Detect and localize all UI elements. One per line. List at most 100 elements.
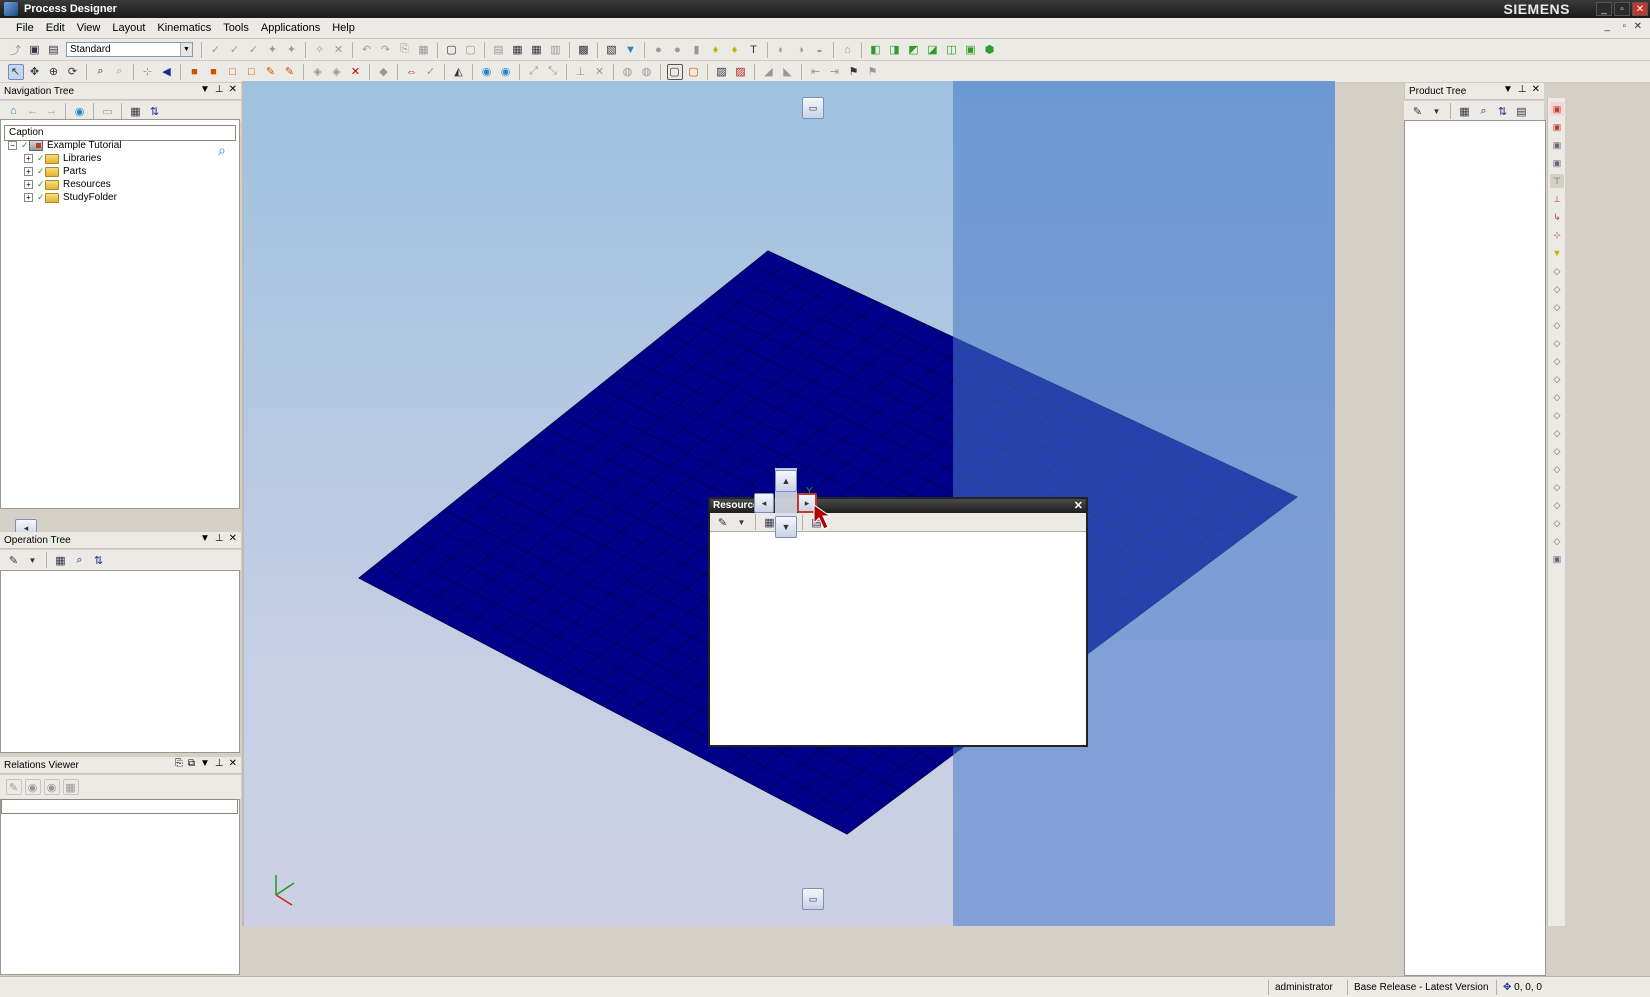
tool-u-icon[interactable]: ◈ [329, 64, 345, 80]
dock-bottom-guide[interactable]: ▭ [802, 888, 824, 910]
zoom-icon[interactable]: ⊕ [46, 64, 62, 80]
tool-ad-icon[interactable]: ⤡ [545, 64, 561, 80]
panel-close-icon[interactable]: ✕ [229, 84, 237, 95]
tool-ai-icon[interactable]: ▢ [686, 64, 702, 80]
columns-icon[interactable]: ▦ [53, 552, 69, 568]
float-icon[interactable]: ⧉ [188, 758, 195, 769]
floating-window-close-icon[interactable]: ✕ [1074, 499, 1083, 513]
vt-22-icon[interactable]: ◇ [1550, 480, 1564, 494]
vt-15-icon[interactable]: ◇ [1550, 354, 1564, 368]
panel-menu-icon[interactable]: ▼ [1503, 84, 1513, 95]
tool-aq-icon[interactable]: ⚑ [865, 64, 881, 80]
tool-d-icon[interactable]: ▢ [463, 42, 479, 58]
tool-ak-icon[interactable]: ▨ [733, 64, 749, 80]
tool-e-icon[interactable]: ▤ [491, 42, 507, 58]
collapse-icon[interactable]: − [8, 141, 17, 150]
panel-menu-icon[interactable]: ▼ [200, 533, 210, 544]
filter-icon[interactable]: ▤ [1514, 103, 1530, 119]
vt-2-icon[interactable]: ▣ [1550, 120, 1564, 134]
mdi-minimize-icon[interactable]: _ [1604, 21, 1610, 32]
shaded-icon[interactable]: ■ [206, 64, 222, 80]
tool-rv1-icon[interactable]: ✎ [5, 779, 22, 795]
expand-icon[interactable]: + [24, 154, 33, 163]
redo-icon[interactable]: ↷ [378, 42, 394, 58]
panel-close-icon[interactable]: ✕ [229, 533, 237, 544]
vt-3-icon[interactable]: ▣ [1550, 138, 1564, 152]
view-left-icon[interactable]: ◪ [925, 42, 941, 58]
view-iso-icon[interactable]: ◧ [868, 42, 884, 58]
pan-icon[interactable]: ✥ [27, 64, 43, 80]
vt-25-icon[interactable]: ◇ [1550, 534, 1564, 548]
vt-26-icon[interactable]: ▣ [1550, 552, 1564, 566]
tool-rv2-icon[interactable]: ◉ [24, 779, 41, 795]
vt-21-icon[interactable]: ◇ [1550, 462, 1564, 476]
view-top-icon[interactable]: ▣ [963, 42, 979, 58]
new-operation-icon[interactable]: ✎ [6, 552, 22, 568]
checkout-icon[interactable]: ✓ [227, 42, 243, 58]
tool-aa-icon[interactable]: ◉ [479, 64, 495, 80]
menu-file[interactable]: File [10, 22, 40, 34]
tool-am-icon[interactable]: ◣ [780, 64, 796, 80]
floating-resource-window[interactable]: Resource ✕ ✎ ▼ ▦ ⌕ ▤ [708, 497, 1088, 747]
vt-12-icon[interactable]: ◇ [1550, 300, 1564, 314]
filter-icon[interactable]: ▼ [623, 42, 639, 58]
tool-ag-icon[interactable]: ◍ [620, 64, 636, 80]
mdi-restore-icon[interactable]: ▫ [1622, 21, 1626, 32]
vt-6-icon[interactable]: ⊥ [1550, 192, 1564, 206]
pin-icon[interactable]: ⊥ [215, 758, 224, 769]
close-button[interactable]: ✕ [1632, 2, 1648, 16]
view-cube-icon[interactable]: ⬢ [982, 42, 998, 58]
maximize-button[interactable]: ▫ [1614, 2, 1630, 16]
tool-o-icon[interactable]: ◑ [793, 42, 809, 58]
tool-v-icon[interactable]: ✕ [348, 64, 364, 80]
tool-a-icon[interactable]: ✦ [265, 42, 281, 58]
vt-5-icon[interactable]: ⊤ [1550, 174, 1564, 188]
expand-icon[interactable]: + [24, 167, 33, 176]
tree-item-libraries[interactable]: + ✓ Libraries [24, 152, 101, 165]
save-icon[interactable]: ▣ [27, 42, 43, 58]
tool-w-icon[interactable]: ◆ [376, 64, 392, 80]
tool-ac-icon[interactable]: ⤢ [526, 64, 542, 80]
tree-item-resources[interactable]: + ✓ Resources [24, 178, 111, 191]
view-back-icon[interactable]: ◩ [906, 42, 922, 58]
tool-aj-icon[interactable]: ▨ [714, 64, 730, 80]
view-front-icon[interactable]: ◨ [887, 42, 903, 58]
pointer-icon[interactable]: ↖ [7, 63, 24, 80]
tool-f-icon[interactable]: ▦ [510, 42, 526, 58]
tool-t-icon[interactable]: ◈ [310, 64, 326, 80]
globe-icon[interactable]: ◉ [72, 103, 88, 119]
tool-r-icon[interactable]: ✎ [263, 64, 279, 80]
tree-item-studyfolder[interactable]: + ✓ StudyFolder [24, 191, 117, 204]
pin-icon[interactable]: ⊥ [215, 533, 224, 544]
wire-icon[interactable]: □ [225, 64, 241, 80]
vt-11-icon[interactable]: ◇ [1550, 282, 1564, 296]
columns-icon[interactable]: ▦ [1457, 103, 1473, 119]
menu-tools[interactable]: Tools [217, 22, 255, 34]
center-icon[interactable]: ⊹ [140, 64, 156, 80]
tool-ao-icon[interactable]: ⇥ [827, 64, 843, 80]
tool-ae-icon[interactable]: ⊥ [573, 64, 589, 80]
tool-ab-icon[interactable]: ◉ [498, 64, 514, 80]
columns-icon[interactable]: ▦ [128, 103, 144, 119]
pin-icon[interactable]: ⊥ [1518, 84, 1527, 95]
find-icon[interactable]: ⌕ [1476, 103, 1492, 119]
bulb2-icon[interactable]: ♦ [727, 42, 743, 58]
new-icon[interactable]: ✎ [1410, 103, 1426, 119]
search-icon[interactable]: ⌕ [218, 142, 226, 159]
text-icon[interactable]: T [746, 42, 762, 58]
tool-ah-icon[interactable]: ◍ [639, 64, 655, 80]
panel-menu-icon[interactable]: ▼ [200, 84, 210, 95]
copy-icon[interactable]: ⎘ [175, 758, 183, 769]
tool-rv3-icon[interactable]: ◉ [43, 779, 60, 795]
dock-compass-top[interactable]: ▲ [775, 470, 797, 492]
zoom-area-icon[interactable]: ⌕ [112, 64, 128, 80]
vt-8-icon[interactable]: ⊹ [1550, 228, 1564, 242]
hidden-line-icon[interactable]: □ [244, 64, 260, 80]
forward-icon[interactable]: → [44, 103, 60, 119]
tool-h-icon[interactable]: ▥ [548, 42, 564, 58]
check-icon[interactable]: ✓ [246, 42, 262, 58]
vt-23-icon[interactable]: ◇ [1550, 498, 1564, 512]
tool-b-icon[interactable]: ✦ [284, 42, 300, 58]
tool-m-icon[interactable]: ▮ [689, 42, 705, 58]
vt-4-icon[interactable]: ▣ [1550, 156, 1564, 170]
